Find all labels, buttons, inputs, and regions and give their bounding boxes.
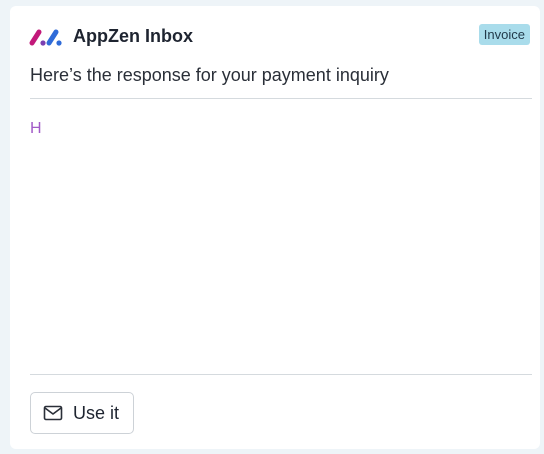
response-body-text[interactable]: H <box>30 120 42 138</box>
use-it-button[interactable]: Use it <box>30 392 134 434</box>
invoice-badge: Invoice <box>478 24 530 45</box>
app-title: AppZen Inbox <box>73 26 193 46</box>
response-card: AppZen Inbox Invoice Here’s the response… <box>10 6 540 449</box>
actions-divider <box>30 374 532 375</box>
use-it-label: Use it <box>73 402 120 423</box>
card-header: AppZen Inbox Invoice <box>28 24 530 52</box>
message-subject: Here’s the response for your payment inq… <box>30 65 389 85</box>
subject-divider <box>30 98 532 99</box>
appzen-logo-icon <box>28 26 62 48</box>
envelope-icon <box>43 405 63 421</box>
